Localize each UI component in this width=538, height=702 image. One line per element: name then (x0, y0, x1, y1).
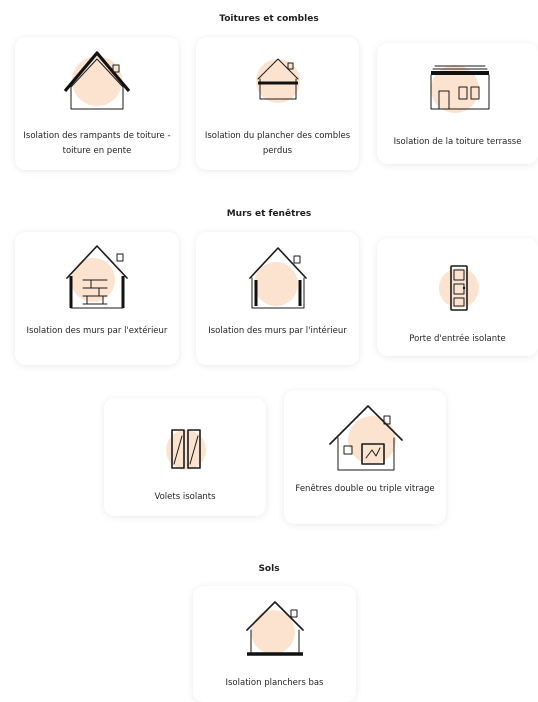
card-flat-roof-insulation[interactable]: Isolation de la toiture terrasse (377, 43, 538, 164)
flat-roof-building-icon (430, 65, 490, 113)
card-label: Isolation des murs par l'extérieur (26, 326, 168, 336)
door-icon (439, 265, 479, 311)
card-label: Volets isolants (154, 492, 216, 502)
card-label: Isolation de la toiture terrasse (393, 137, 522, 147)
card-exterior-wall-insulation[interactable]: Isolation des murs par l'extérieur (15, 232, 179, 365)
low-floor-house-icon (246, 601, 304, 656)
exterior-wall-house-icon (66, 245, 128, 309)
window-house-icon (329, 405, 403, 471)
card-low-floor-insulation[interactable]: Isolation planchers bas (193, 586, 356, 702)
card-label: Isolation des murs par l'intérieur (208, 326, 347, 336)
shutters-icon (166, 429, 206, 470)
card-double-triple-glazing[interactable]: Fenêtres double ou triple vitrage (284, 390, 446, 524)
card-roof-slope-insulation[interactable]: Isolation des rampants de toiture - toit… (15, 37, 179, 170)
interior-wall-house-icon (249, 247, 307, 309)
card-label: Isolation du plancher des combles perdus (204, 131, 351, 156)
card-label: Porte d'entrée isolante (409, 334, 506, 344)
roof-slope-house-icon (63, 51, 131, 110)
card-label: Isolation planchers bas (225, 678, 324, 688)
section-title-walls-windows: Murs et fenêtres (226, 209, 312, 219)
card-insulated-shutters[interactable]: Volets isolants (104, 398, 266, 516)
section-title-floors: Sols (258, 564, 280, 574)
card-label: Fenêtres double ou triple vitrage (295, 484, 435, 494)
card-label: Isolation des rampants de toiture - toit… (23, 131, 171, 156)
card-insulated-entrance-door[interactable]: Porte d'entrée isolante (377, 238, 538, 356)
attic-floor-house-icon (256, 58, 300, 103)
section-title-roofs: Toitures et combles (219, 14, 319, 24)
card-attic-floor-insulation[interactable]: Isolation du plancher des combles perdus (196, 37, 359, 170)
card-interior-wall-insulation[interactable]: Isolation des murs par l'intérieur (196, 232, 359, 365)
